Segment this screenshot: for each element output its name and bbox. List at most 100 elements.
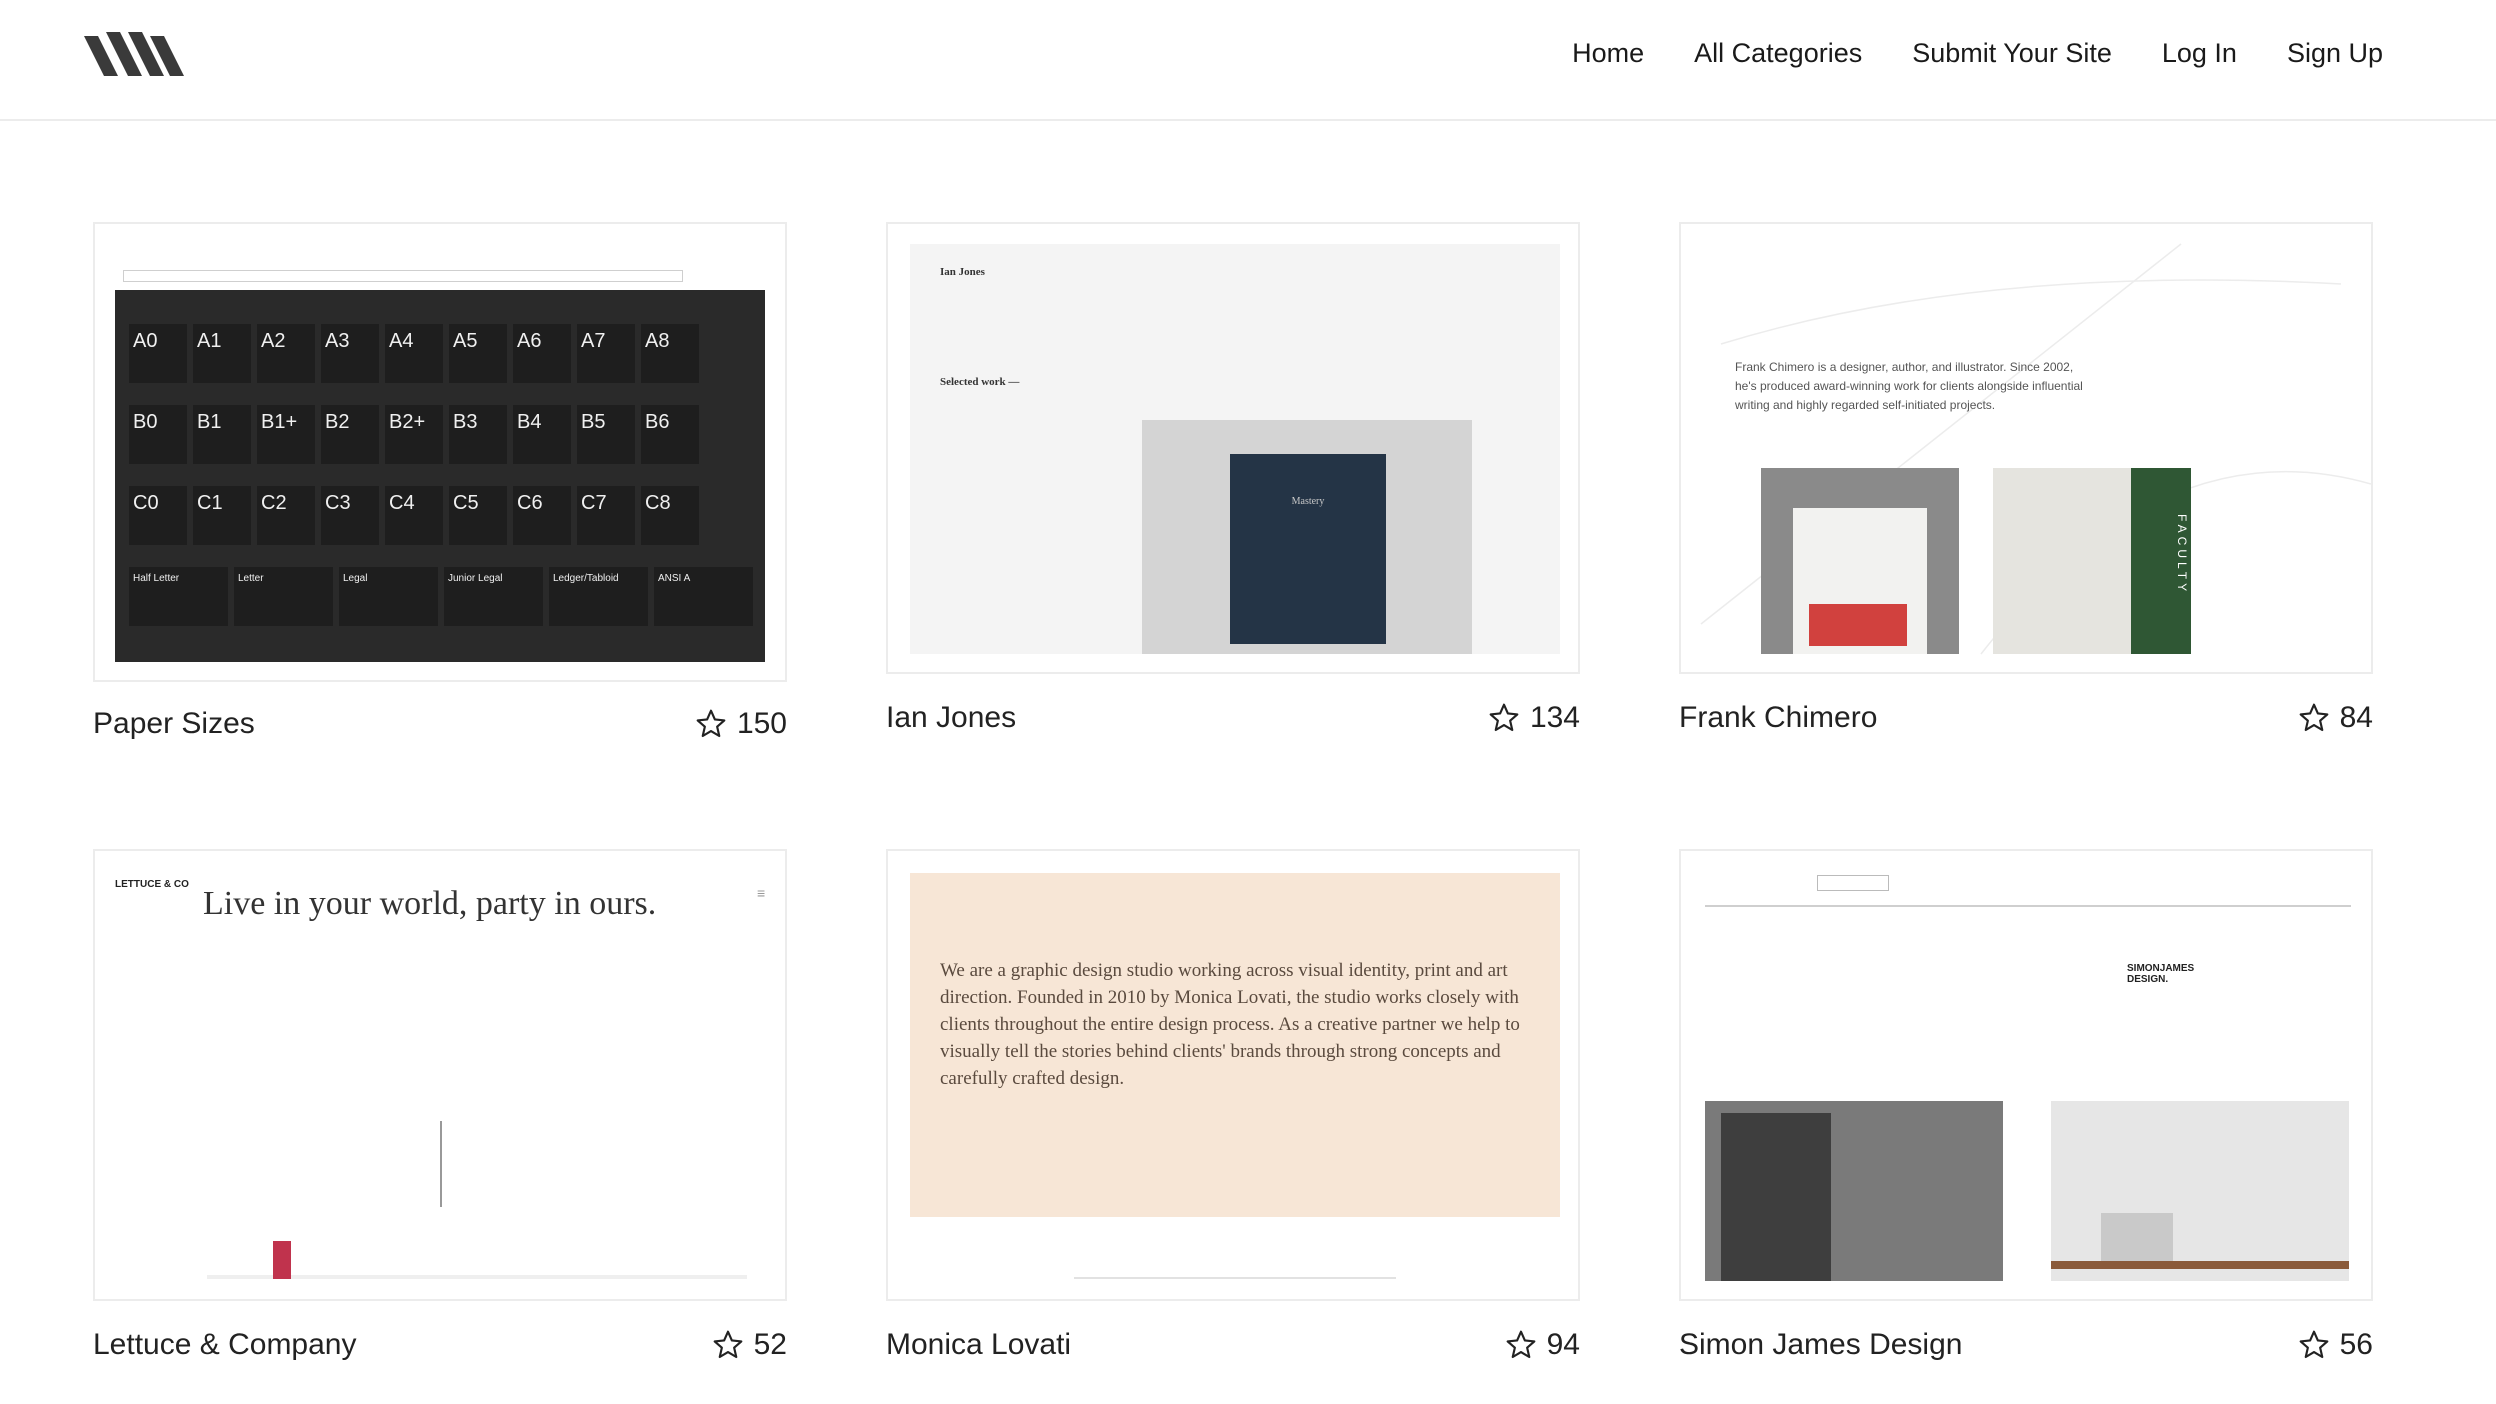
star-icon <box>2299 1330 2329 1359</box>
paper-size-cell: C1 <box>193 486 251 545</box>
paper-size-cell: Half Letter <box>129 567 228 626</box>
star-rating[interactable]: 56 <box>2298 1328 2373 1362</box>
paper-size-cell: B3 <box>449 405 507 464</box>
paper-size-cell: B2 <box>321 405 379 464</box>
site-thumbnail[interactable]: We are a graphic design studio working a… <box>886 849 1580 1301</box>
star-rating[interactable]: 134 <box>1488 701 1580 735</box>
star-icon <box>1489 703 1519 732</box>
star-rating[interactable]: 150 <box>695 707 787 741</box>
star-count: 134 <box>1529 701 1580 734</box>
preview-book-title: Mastery <box>1291 496 1325 507</box>
preview-laptop <box>2101 1213 2173 1261</box>
paper-size-cell: A0 <box>129 324 187 383</box>
paper-size-cell: C8 <box>641 486 699 545</box>
main-nav: Home All Categories Submit Your Site Log… <box>1572 38 2383 69</box>
preview-book <box>1230 454 1386 644</box>
nav-submit-your-site[interactable]: Submit Your Site <box>1912 38 2112 69</box>
site-caption: Ian Jones 134 <box>886 698 1580 738</box>
paper-size-cell: Letter <box>234 567 333 626</box>
site-thumbnail[interactable]: Frank Chimero is a designer, author, and… <box>1679 222 2373 674</box>
paper-size-cell: A8 <box>641 324 699 383</box>
paper-size-cell: C7 <box>577 486 635 545</box>
site-caption: Lettuce & Company 52 <box>93 1325 787 1365</box>
star-icon <box>713 1330 743 1359</box>
preview-logo: SIMONJAMES DESIGN. <box>2127 963 2195 985</box>
site-thumbnail[interactable]: A0 A1 A2 A3 A4 A5 A6 A7 A8 B0 B1 B1+ B2 B2+ B3 B4 B5 B6 C0… <box>93 222 787 682</box>
nav-log-in[interactable]: Log In <box>2162 38 2237 69</box>
preview-footer-line <box>1074 1277 1396 1279</box>
paper-size-cell: A4 <box>385 324 443 383</box>
preview-faculty-label: FACULTY <box>2175 514 2189 596</box>
paper-size-cell: A1 <box>193 324 251 383</box>
star-icon <box>696 709 726 738</box>
star-count: 56 <box>2339 1328 2373 1361</box>
stripes-logo-icon[interactable] <box>84 28 184 80</box>
site-caption: Simon James Design 56 <box>1679 1325 2373 1365</box>
site-title[interactable]: Simon James Design <box>1679 1328 1962 1362</box>
star-count: 94 <box>1546 1328 1580 1361</box>
site-caption: Monica Lovati 94 <box>886 1325 1580 1365</box>
star-icon <box>1506 1330 1536 1359</box>
preview-headline: Live in your world, party in ours. <box>203 885 657 922</box>
nav-sign-up[interactable]: Sign Up <box>2287 38 2383 69</box>
star-rating[interactable]: 52 <box>712 1328 787 1362</box>
menu-icon: ≡ <box>757 885 766 901</box>
paper-size-cell: A3 <box>321 324 379 383</box>
site-caption: Frank Chimero 84 <box>1679 698 2373 738</box>
paper-size-cell: B5 <box>577 405 635 464</box>
star-rating[interactable]: 84 <box>2298 701 2373 735</box>
preview-brand: LETTUCE & CO <box>115 879 189 890</box>
paper-size-cell: A5 <box>449 324 507 383</box>
paper-size-cell: B2+ <box>385 405 443 464</box>
preview-photo-left-detail <box>1721 1113 1831 1281</box>
paper-size-cell: C6 <box>513 486 571 545</box>
site-title[interactable]: Frank Chimero <box>1679 701 1877 735</box>
site-thumbnail[interactable]: SIMONJAMES DESIGN. <box>1679 849 2373 1301</box>
preview-toolbar <box>123 270 683 282</box>
site-caption: Paper Sizes 150 <box>93 704 787 744</box>
paper-size-cell: B1 <box>193 405 251 464</box>
star-icon <box>2299 703 2329 732</box>
preview-email-box <box>1817 875 1889 891</box>
preview-photo-right <box>2051 1101 2349 1281</box>
preview-intro: We are a graphic design studio working a… <box>940 960 1520 1089</box>
preview-red-bar <box>273 1241 291 1279</box>
preview-second-book <box>1993 468 2131 654</box>
paper-size-grid: A0 A1 A2 A3 A4 A5 A6 A7 A8 B0 B1 B1+ B2 B2+ B3 B4 B5 B6 C0… <box>129 324 759 654</box>
star-rating[interactable]: 94 <box>1505 1328 1580 1362</box>
paper-size-cell: ANSI A <box>654 567 753 626</box>
paper-size-cell: B1+ <box>257 405 315 464</box>
star-count: 84 <box>2339 701 2373 734</box>
paper-size-cell: Junior Legal <box>444 567 543 626</box>
star-count: 52 <box>753 1328 787 1361</box>
paper-size-cell: C5 <box>449 486 507 545</box>
preview-bio: Frank Chimero is a designer, author, and… <box>1735 360 2083 412</box>
site-thumbnail[interactable]: Ian Jones Selected work — Mastery <box>886 222 1580 674</box>
paper-size-cell: A7 <box>577 324 635 383</box>
paper-size-cell: B4 <box>513 405 571 464</box>
star-count: 150 <box>736 707 787 740</box>
paper-size-cell: C4 <box>385 486 443 545</box>
paper-size-cell: C2 <box>257 486 315 545</box>
paper-size-cell: A2 <box>257 324 315 383</box>
preview-poster-red <box>1809 604 1907 646</box>
paper-size-cell: B0 <box>129 405 187 464</box>
preview-top-rule <box>1705 905 2351 907</box>
preview-name: Ian Jones <box>940 266 985 278</box>
preview-desk <box>2051 1261 2349 1269</box>
preview-section: Selected work — <box>940 376 1020 388</box>
preview-scroll-line <box>440 1121 442 1207</box>
paper-size-cell: C3 <box>321 486 379 545</box>
site-thumbnail[interactable]: LETTUCE & CO Live in your world, party i… <box>93 849 787 1301</box>
site-title[interactable]: Monica Lovati <box>886 1328 1071 1362</box>
nav-home[interactable]: Home <box>1572 38 1644 69</box>
nav-all-categories[interactable]: All Categories <box>1694 38 1862 69</box>
paper-size-cell: Ledger/Tabloid <box>549 567 648 626</box>
paper-size-cell: A6 <box>513 324 571 383</box>
site-title[interactable]: Paper Sizes <box>93 707 255 741</box>
site-title[interactable]: Ian Jones <box>886 701 1016 735</box>
paper-size-cell: C0 <box>129 486 187 545</box>
top-navigation-bar: Home All Categories Submit Your Site Log… <box>0 0 2496 121</box>
site-title[interactable]: Lettuce & Company <box>93 1328 356 1362</box>
paper-size-cell: Legal <box>339 567 438 626</box>
